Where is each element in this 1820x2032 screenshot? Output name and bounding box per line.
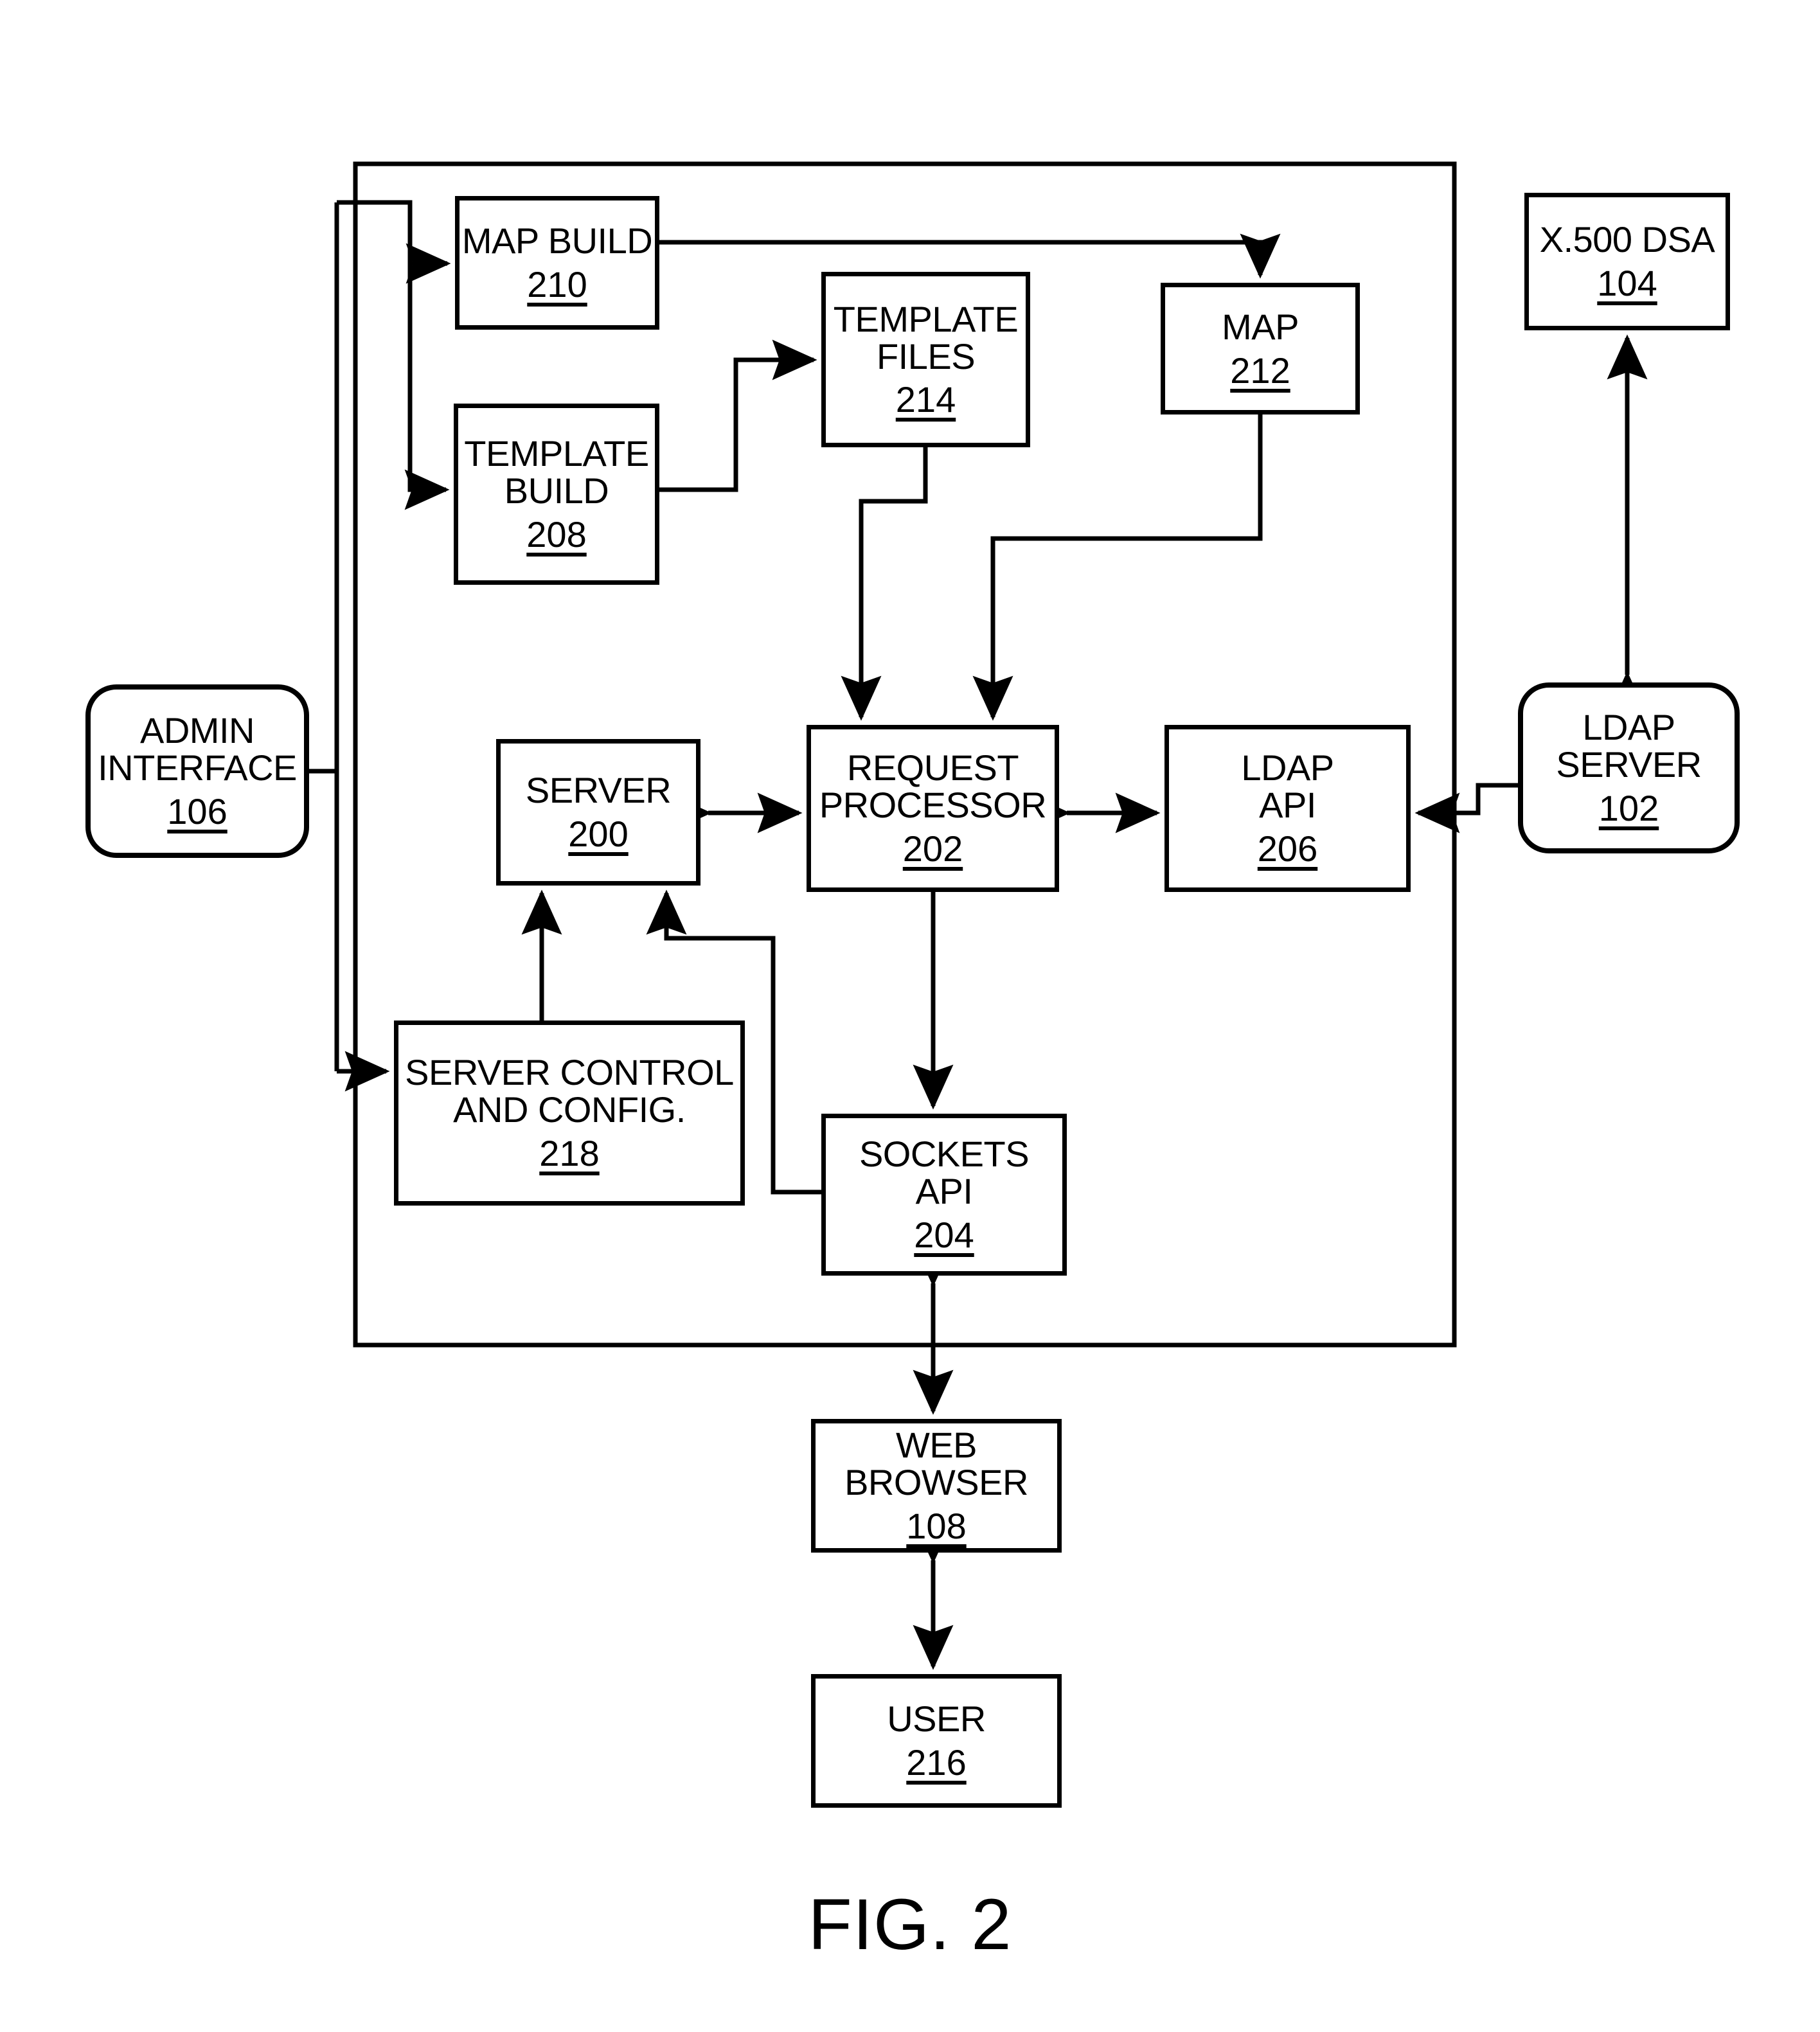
wire-ldapserver-to-ldapapi xyxy=(1414,783,1518,833)
node-admin-interface[interactable]: ADMIN INTERFACE 106 xyxy=(85,684,309,858)
node-ref: 214 xyxy=(895,379,956,420)
node-ref: 200 xyxy=(568,814,629,854)
wire-map-to-requestprocessor xyxy=(972,414,1263,721)
node-ref: 208 xyxy=(526,513,587,555)
node-ref: 106 xyxy=(167,790,228,832)
wire-templatebuild-to-templatefiles xyxy=(659,339,817,492)
node-map[interactable]: MAP 212 xyxy=(1161,283,1360,414)
node-ref: 206 xyxy=(1257,828,1318,869)
node-ref: 212 xyxy=(1230,350,1290,391)
node-map-build[interactable]: MAP BUILD 210 xyxy=(455,196,659,330)
node-request-processor[interactable]: REQUEST PROCESSOR 202 xyxy=(807,725,1059,892)
node-label: TEMPLATE BUILD xyxy=(464,433,649,512)
node-ref: 218 xyxy=(539,1132,600,1173)
node-ref: 202 xyxy=(902,828,963,869)
node-user[interactable]: USER 216 xyxy=(811,1674,1062,1808)
figure-caption: FIG. 2 xyxy=(808,1884,1012,1965)
node-server-control-and-config[interactable]: SERVER CONTROL AND CONFIG. 218 xyxy=(394,1020,745,1206)
node-label: LDAP SERVER xyxy=(1556,707,1702,785)
node-label: MAP xyxy=(1222,306,1299,347)
node-label: USER xyxy=(887,1698,986,1740)
node-ref: 104 xyxy=(1597,263,1657,303)
node-label: SERVER CONTROL AND CONFIG. xyxy=(405,1052,734,1130)
node-server[interactable]: SERVER 200 xyxy=(496,739,700,886)
node-label: LDAP API xyxy=(1241,747,1334,826)
node-ldap-api[interactable]: LDAP API 206 xyxy=(1164,725,1411,892)
figure-canvas: MAP BUILD 210 TEMPLATE BUILD 208 TEMPLAT… xyxy=(0,0,1820,2032)
node-x500-dsa[interactable]: X.500 DSA 104 xyxy=(1524,193,1730,330)
node-label: WEB BROWSER xyxy=(844,1425,1028,1503)
wire-mapbuild-to-map xyxy=(659,233,1281,279)
node-label: ADMIN INTERFACE xyxy=(98,710,297,789)
node-ref: 204 xyxy=(914,1214,974,1255)
node-label: TEMPLATE FILES xyxy=(833,298,1019,377)
node-template-build[interactable]: TEMPLATE BUILD 208 xyxy=(454,404,659,585)
node-label: REQUEST PROCESSOR xyxy=(819,747,1047,826)
node-ref: 102 xyxy=(1598,787,1659,828)
node-ref: 216 xyxy=(906,1742,967,1783)
node-ref: 210 xyxy=(527,264,587,305)
node-label: SOCKETS API xyxy=(859,1134,1030,1212)
wire-templatefiles-to-requestprocessor xyxy=(841,447,928,721)
node-label: SERVER xyxy=(525,770,672,811)
node-ldap-server[interactable]: LDAP SERVER 102 xyxy=(1518,682,1740,853)
node-label: MAP BUILD xyxy=(461,220,653,262)
node-web-browser[interactable]: WEB BROWSER 108 xyxy=(811,1419,1062,1553)
node-sockets-api[interactable]: SOCKETS API 204 xyxy=(821,1114,1067,1276)
node-label: X.500 DSA xyxy=(1539,219,1715,260)
wire-admin-to-templatebuild xyxy=(404,202,450,510)
node-template-files[interactable]: TEMPLATE FILES 214 xyxy=(821,272,1030,447)
node-ref: 108 xyxy=(906,1505,967,1546)
